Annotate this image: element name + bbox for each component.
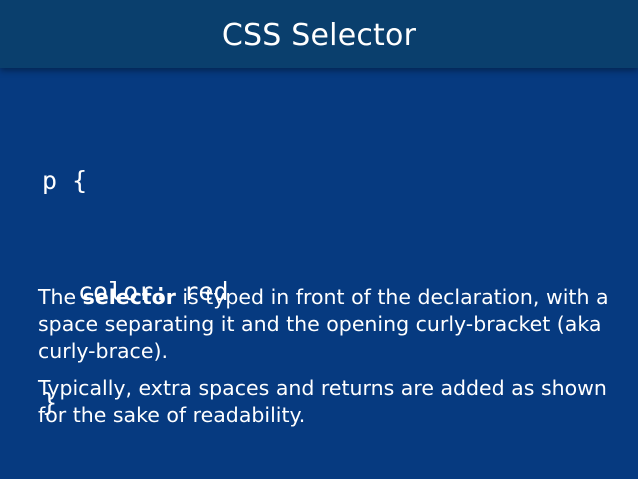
paragraph-1-start: The [38, 285, 83, 309]
code-line-selector: p { [42, 166, 88, 195]
paragraph-readability: Typically, extra spaces and returns are … [38, 376, 607, 427]
title-bar: CSS Selector [0, 0, 638, 68]
slide-title: CSS Selector [221, 17, 417, 53]
paragraph-selector-explanation: The selector is typed in front of the de… [38, 284, 618, 365]
keyword-selector: selector [82, 285, 176, 309]
body-text: The selector is typed in front of the de… [38, 284, 618, 439]
